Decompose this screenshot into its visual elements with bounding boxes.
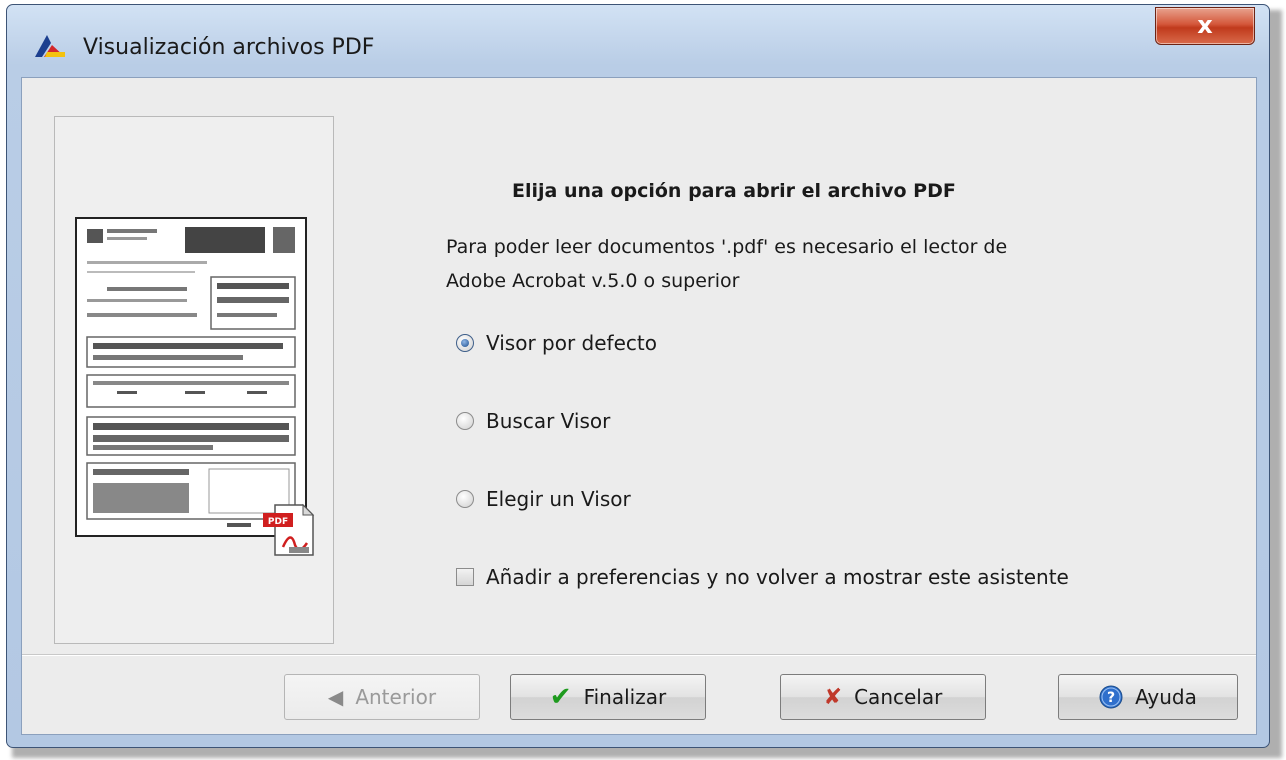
svg-text:PDF: PDF	[268, 517, 288, 527]
description-line-2: Adobe Acrobat v.5.0 o superior	[446, 270, 740, 292]
option-default-viewer[interactable]: Visor por defecto	[456, 330, 657, 356]
close-icon: x	[1197, 11, 1213, 39]
preferences-checkbox-row[interactable]: Añadir a preferencias y no volver a most…	[456, 564, 1069, 590]
title-bar[interactable]: Visualización archivos PDF x	[7, 5, 1269, 75]
finish-button-label: Finalizar	[583, 685, 667, 709]
finish-button[interactable]: ✔ Finalizar	[510, 674, 706, 720]
checkmark-icon: ✔	[549, 682, 572, 712]
arrow-left-icon: ◀	[327, 685, 344, 709]
cancel-button-label: Cancelar	[854, 685, 943, 709]
radio-find-viewer[interactable]	[456, 412, 474, 430]
document-thumbnail-content	[86, 227, 296, 527]
previous-button[interactable]: ◀ Anterior	[284, 674, 480, 720]
document-thumbnail	[75, 217, 307, 537]
option-find-viewer[interactable]: Buscar Visor	[456, 408, 610, 434]
radio-choose-viewer[interactable]	[456, 490, 474, 508]
option-label: Buscar Visor	[486, 409, 611, 433]
preview-panel: PDF	[54, 116, 334, 644]
radio-default-viewer[interactable]	[456, 334, 474, 352]
preferences-checkbox[interactable]	[456, 568, 474, 586]
dialog-heading: Elija una opción para abrir el archivo P…	[512, 180, 956, 202]
option-label: Visor por defecto	[486, 331, 657, 355]
close-button[interactable]: x	[1155, 7, 1255, 45]
cancel-button[interactable]: ✘ Cancelar	[780, 674, 986, 720]
dialog-client-area: PDF Elija una opción para abrir el archi…	[21, 77, 1257, 735]
pdf-file-icon: PDF	[263, 503, 315, 556]
svg-text:?: ?	[1107, 690, 1115, 706]
x-icon: ✘	[823, 684, 843, 710]
checkbox-label: Añadir a preferencias y no volver a most…	[486, 565, 1069, 589]
option-choose-viewer[interactable]: Elegir un Visor	[456, 486, 631, 512]
description-line-1: Para poder leer documentos '.pdf' es nec…	[446, 236, 1008, 258]
previous-button-label: Anterior	[355, 685, 437, 709]
window-title: Visualización archivos PDF	[83, 35, 375, 60]
option-label: Elegir un Visor	[486, 487, 631, 511]
dialog-window: Visualización archivos PDF x PDF Elija u…	[6, 4, 1270, 748]
help-icon: ?	[1099, 685, 1123, 709]
help-button[interactable]: ? Ayuda	[1058, 674, 1238, 720]
help-button-label: Ayuda	[1135, 685, 1197, 709]
app-logo-icon	[35, 35, 65, 57]
footer-divider-highlight	[22, 655, 1256, 656]
